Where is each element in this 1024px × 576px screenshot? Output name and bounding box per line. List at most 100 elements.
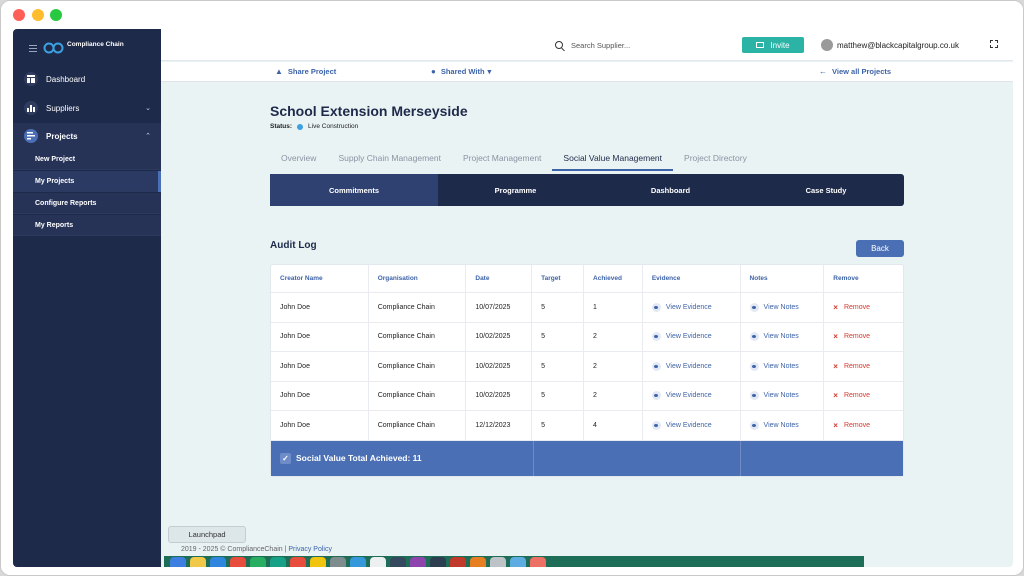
shared-with-dropdown[interactable]: ● Shared With ▾	[431, 67, 491, 76]
view-notes-link[interactable]: View Notes	[749, 420, 799, 430]
view-all-projects-link[interactable]: ← View all Projects	[819, 67, 891, 76]
share-project-button[interactable]: ▲ Share Project	[275, 67, 336, 76]
fullscreen-icon[interactable]	[989, 39, 999, 49]
brand-name: Compliance Chain	[67, 41, 124, 48]
share-label: Share Project	[287, 67, 337, 76]
project-tabs: Overview Supply Chain Management Project…	[270, 149, 758, 171]
sidebar-subitem-new-project[interactable]: New Project	[13, 149, 161, 170]
achieved-cell: 2	[584, 352, 643, 381]
invite-button[interactable]: Invite	[742, 37, 804, 53]
safari-icon[interactable]	[210, 557, 226, 567]
close-icon: ×	[833, 302, 838, 312]
tab-project-management[interactable]: Project Management	[452, 149, 552, 171]
search-input[interactable]: Search Supplier...	[555, 38, 740, 52]
brand[interactable]: Compliance Chain	[23, 39, 153, 59]
organisation-cell: Compliance Chain	[369, 352, 467, 381]
launchpad-icon[interactable]	[190, 557, 206, 567]
view-evidence-label: View Evidence	[665, 392, 712, 400]
sidebar-item-suppliers[interactable]: Suppliers ⌄	[13, 95, 161, 121]
view-evidence-link[interactable]: View Evidence	[651, 332, 712, 342]
remove-button[interactable]: × Remove	[833, 332, 870, 341]
app-icon[interactable]	[490, 557, 506, 567]
subtab-commitments[interactable]: Commitments	[270, 174, 438, 206]
evidence-cell: View Evidence	[643, 322, 741, 351]
eye-icon	[749, 391, 759, 401]
remove-button[interactable]: × Remove	[833, 303, 870, 312]
acrobat-icon[interactable]	[450, 557, 466, 567]
app-icon[interactable]	[510, 557, 526, 567]
column-header: Target	[532, 265, 585, 292]
view-evidence-link[interactable]: View Evidence	[651, 391, 712, 401]
search-icon	[555, 41, 563, 49]
view-evidence-link[interactable]: View Evidence	[651, 420, 712, 430]
total-label: Social Value Total Achieved: 11	[296, 453, 422, 463]
target-cell: 5	[532, 352, 585, 381]
subtab-dashboard[interactable]: Dashboard	[593, 174, 748, 206]
view-evidence-link[interactable]: View Evidence	[651, 302, 712, 312]
minimize-window-button[interactable]	[32, 9, 44, 21]
vscode-icon[interactable]	[430, 557, 446, 567]
status-dot-icon	[297, 123, 304, 130]
settings-icon[interactable]	[330, 557, 346, 567]
back-button[interactable]: Back	[856, 240, 904, 257]
target-cell: 5	[532, 411, 585, 440]
creator-cell: John Doe	[271, 352, 369, 381]
check-icon: ✓	[280, 452, 291, 464]
chevron-down-icon: ⌄	[145, 105, 151, 112]
chrome-icon[interactable]	[230, 557, 246, 567]
notes-icon[interactable]	[310, 557, 326, 567]
column-header: Evidence	[643, 265, 741, 292]
menu-icon[interactable]	[29, 45, 37, 52]
copyright-text: 2019 - 2025 © ComplianceChain |	[181, 546, 287, 553]
view-notes-link[interactable]: View Notes	[749, 302, 799, 312]
maximize-window-button[interactable]	[50, 9, 62, 21]
app-icon[interactable]	[530, 557, 546, 567]
arrow-left-icon: ←	[819, 67, 827, 76]
subtab-case-study[interactable]: Case Study	[748, 174, 904, 206]
social-value-subtabs: Commitments Programme Dashboard Case Stu…	[270, 174, 904, 206]
finder-icon[interactable]	[370, 557, 386, 567]
remove-button[interactable]: × Remove	[833, 391, 870, 400]
slack-icon[interactable]	[410, 557, 426, 567]
mail-icon[interactable]	[350, 557, 366, 567]
remove-label: Remove	[843, 333, 871, 341]
sidebar-subitem-my-reports[interactable]: My Reports	[13, 215, 161, 236]
column-header: Remove	[833, 275, 859, 282]
tab-project-directory[interactable]: Project Directory	[673, 149, 758, 171]
view-notes-link[interactable]: View Notes	[749, 361, 799, 371]
privacy-policy-link[interactable]: Privacy Policy	[288, 546, 332, 553]
sidebar-subitem-configure-reports[interactable]: Configure Reports	[13, 193, 161, 214]
remove-label: Remove	[843, 392, 871, 400]
share-icon: ▲	[275, 67, 283, 76]
sidebar-subitem-label: My Projects	[35, 177, 75, 185]
sidebar-item-dashboard[interactable]: Dashboard	[13, 66, 161, 92]
tab-supply-chain-management[interactable]: Supply Chain Management	[327, 149, 452, 171]
table-row: John Doe Compliance Chain 10/07/2025 5 1…	[271, 293, 903, 323]
subtab-programme[interactable]: Programme	[438, 174, 593, 206]
app-icon[interactable]	[470, 557, 486, 567]
remove-button[interactable]: × Remove	[833, 421, 870, 430]
sidebar-item-label: Dashboard	[46, 74, 86, 84]
sidebar-subitem-my-projects[interactable]: My Projects	[13, 171, 161, 192]
view-notes-link[interactable]: View Notes	[749, 391, 799, 401]
calendar-icon[interactable]	[290, 557, 306, 567]
project-status: Status: Live Construction	[270, 123, 358, 130]
remove-button[interactable]: × Remove	[833, 362, 870, 371]
audit-log-table: Creator Name Organisation Date Target Ac…	[270, 264, 904, 477]
tab-overview[interactable]: Overview	[270, 149, 327, 171]
facetime-icon[interactable]	[270, 557, 286, 567]
notes-cell: View Notes	[741, 352, 825, 381]
messages-icon[interactable]	[250, 557, 266, 567]
user-menu[interactable]: matthew@blackcapitalgroup.co.uk	[821, 38, 959, 52]
tab-social-value-management[interactable]: Social Value Management	[552, 149, 674, 171]
sidebar-item-projects[interactable]: Projects ⌃	[13, 123, 161, 149]
view-notes-link[interactable]: View Notes	[749, 332, 799, 342]
view-all-label: View all Projects	[832, 67, 892, 76]
terminal-icon[interactable]	[390, 557, 406, 567]
eye-icon	[651, 332, 661, 342]
view-evidence-link[interactable]: View Evidence	[651, 361, 712, 371]
app-store-icon[interactable]	[170, 557, 186, 567]
sidebar-item-label: Projects	[46, 131, 78, 141]
close-window-button[interactable]	[13, 9, 25, 21]
total-row: ✓ Social Value Total Achieved: 11	[271, 440, 903, 476]
